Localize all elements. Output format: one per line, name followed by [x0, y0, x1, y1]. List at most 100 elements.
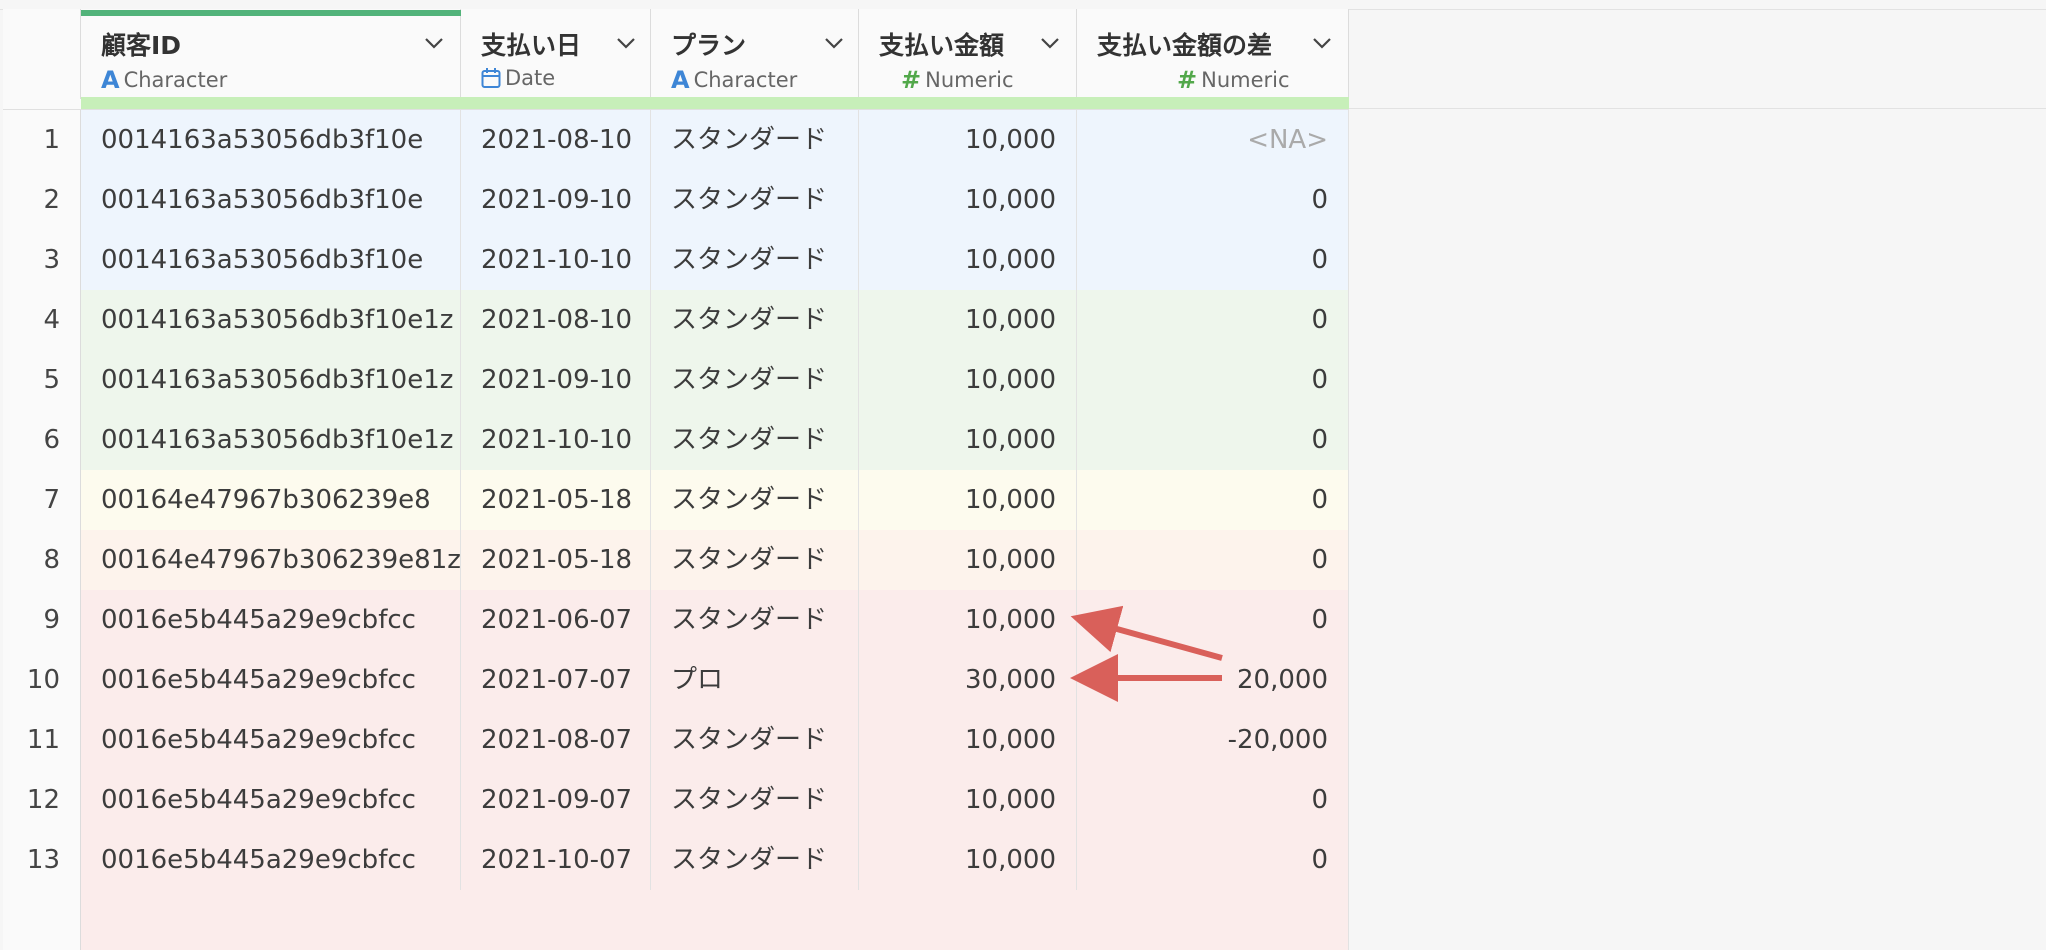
- cell-amount-diff[interactable]: 0: [1077, 830, 1349, 890]
- cell-plan[interactable]: スタンダード: [651, 230, 859, 290]
- cell-plan[interactable]: スタンダード: [651, 710, 859, 770]
- cell-amount[interactable]: 10,000: [859, 530, 1077, 590]
- cell-amount[interactable]: 10,000: [859, 470, 1077, 530]
- cell-partial: [81, 890, 1349, 950]
- row-number: 13: [3, 830, 81, 890]
- cell-plan[interactable]: プロ: [651, 650, 859, 710]
- cell-amount-diff[interactable]: 20,000: [1077, 650, 1349, 710]
- cell-payment-date[interactable]: 2021-09-10: [461, 170, 651, 230]
- cell-amount-diff[interactable]: 0: [1077, 530, 1349, 590]
- table-row: 3 0014163a53056db3f10e 2021-10-10 スタンダード 10,…: [3, 230, 1349, 290]
- table-row: 4 0014163a53056db3f10e1z 2021-08-10 スタンダード 1…: [3, 290, 1349, 350]
- cell-amount[interactable]: 10,000: [859, 710, 1077, 770]
- cell-payment-date[interactable]: 2021-10-10: [461, 410, 651, 470]
- cell-plan[interactable]: スタンダード: [651, 830, 859, 890]
- column-type: Date: [481, 66, 555, 90]
- column-type-label: Date: [505, 66, 556, 90]
- cell-plan[interactable]: スタンダード: [651, 110, 859, 170]
- cell-payment-date[interactable]: 2021-08-10: [461, 290, 651, 350]
- column-name: 支払い金額: [879, 31, 1005, 60]
- column-header-plan[interactable]: プラン A Character: [651, 9, 859, 99]
- cell-customer-id[interactable]: 0016e5b445a29e9cbfcc: [81, 650, 461, 710]
- cell-customer-id[interactable]: 0016e5b445a29e9cbfcc: [81, 770, 461, 830]
- cell-amount[interactable]: 10,000: [859, 290, 1077, 350]
- table-row: 11 0016e5b445a29e9cbfcc 2021-08-07 スタンダード 10…: [3, 710, 1349, 770]
- chevron-down-icon[interactable]: [823, 33, 845, 53]
- cell-customer-id[interactable]: 0016e5b445a29e9cbfcc: [81, 830, 461, 890]
- column-header-amount[interactable]: 支払い金額 # Numeric: [859, 9, 1077, 99]
- selected-column-indicator: [81, 10, 461, 16]
- cell-plan[interactable]: スタンダード: [651, 350, 859, 410]
- cell-customer-id[interactable]: 0014163a53056db3f10e1z: [81, 290, 461, 350]
- cell-plan[interactable]: スタンダード: [651, 290, 859, 350]
- cell-customer-id[interactable]: 0014163a53056db3f10e: [81, 110, 461, 170]
- cell-amount-diff[interactable]: 0: [1077, 230, 1349, 290]
- cell-payment-date[interactable]: 2021-05-18: [461, 470, 651, 530]
- cell-plan[interactable]: スタンダード: [651, 410, 859, 470]
- row-number: 10: [3, 650, 81, 710]
- cell-amount[interactable]: 10,000: [859, 770, 1077, 830]
- column-header-customer-id[interactable]: 顧客ID A Character: [81, 9, 461, 99]
- cell-customer-id[interactable]: 0016e5b445a29e9cbfcc: [81, 710, 461, 770]
- calendar-icon: [481, 68, 501, 88]
- row-number: 4: [3, 290, 81, 350]
- cell-customer-id[interactable]: 0016e5b445a29e9cbfcc: [81, 590, 461, 650]
- table-row: 2 0014163a53056db3f10e 2021-09-10 スタンダード 10,…: [3, 170, 1349, 230]
- chevron-down-icon[interactable]: [423, 33, 445, 53]
- chevron-down-icon[interactable]: [1039, 33, 1061, 53]
- cell-customer-id[interactable]: 0014163a53056db3f10e1z: [81, 350, 461, 410]
- cell-amount-diff[interactable]: 0: [1077, 590, 1349, 650]
- cell-payment-date[interactable]: 2021-07-07: [461, 650, 651, 710]
- cell-amount[interactable]: 10,000: [859, 110, 1077, 170]
- cell-amount-diff[interactable]: 0: [1077, 770, 1349, 830]
- cell-payment-date[interactable]: 2021-10-10: [461, 230, 651, 290]
- table-row: 13 0016e5b445a29e9cbfcc 2021-10-07 スタンダード 10…: [3, 830, 1349, 890]
- column-type-label: Numeric: [1201, 68, 1290, 92]
- cell-amount[interactable]: 10,000: [859, 170, 1077, 230]
- cell-amount-diff[interactable]: -20,000: [1077, 710, 1349, 770]
- chevron-down-icon[interactable]: [615, 33, 637, 53]
- table-row: 12 0016e5b445a29e9cbfcc 2021-09-07 スタンダード 10…: [3, 770, 1349, 830]
- cell-plan[interactable]: スタンダード: [651, 170, 859, 230]
- cell-customer-id[interactable]: 0014163a53056db3f10e1z: [81, 410, 461, 470]
- cell-amount-diff[interactable]: <NA>: [1077, 110, 1349, 170]
- cell-amount-diff[interactable]: 0: [1077, 410, 1349, 470]
- cell-payment-date[interactable]: 2021-05-18: [461, 530, 651, 590]
- cell-amount-diff[interactable]: 0: [1077, 470, 1349, 530]
- cell-amount-diff[interactable]: 0: [1077, 170, 1349, 230]
- cell-amount-diff[interactable]: 0: [1077, 350, 1349, 410]
- cell-plan[interactable]: スタンダード: [651, 770, 859, 830]
- row-number: 2: [3, 170, 81, 230]
- character-type-icon: A: [671, 66, 690, 94]
- cell-amount[interactable]: 10,000: [859, 830, 1077, 890]
- row-number: [3, 890, 81, 950]
- cell-plan[interactable]: スタンダード: [651, 530, 859, 590]
- rownum-header: [3, 9, 81, 99]
- cell-customer-id[interactable]: 0014163a53056db3f10e: [81, 170, 461, 230]
- cell-payment-date[interactable]: 2021-10-07: [461, 830, 651, 890]
- row-number: 3: [3, 230, 81, 290]
- column-header-amount-diff[interactable]: 支払い金額の差 # Numeric: [1077, 9, 1349, 99]
- cell-amount-diff[interactable]: 0: [1077, 290, 1349, 350]
- cell-payment-date[interactable]: 2021-09-07: [461, 770, 651, 830]
- cell-amount[interactable]: 30,000: [859, 650, 1077, 710]
- cell-plan[interactable]: スタンダード: [651, 470, 859, 530]
- cell-payment-date[interactable]: 2021-09-10: [461, 350, 651, 410]
- table-row: 5 0014163a53056db3f10e1z 2021-09-10 スタンダード 1…: [3, 350, 1349, 410]
- cell-payment-date[interactable]: 2021-06-07: [461, 590, 651, 650]
- cell-amount[interactable]: 10,000: [859, 590, 1077, 650]
- cell-amount[interactable]: 10,000: [859, 410, 1077, 470]
- row-number: 6: [3, 410, 81, 470]
- cell-customer-id[interactable]: 0014163a53056db3f10e: [81, 230, 461, 290]
- cell-customer-id[interactable]: 00164e47967b306239e81z: [81, 530, 461, 590]
- cell-plan[interactable]: スタンダード: [651, 590, 859, 650]
- cell-amount[interactable]: 10,000: [859, 230, 1077, 290]
- column-name: 支払い日: [481, 31, 582, 60]
- column-type: # Numeric: [901, 66, 1014, 94]
- column-header-payment-date[interactable]: 支払い日 Date: [461, 9, 651, 99]
- cell-payment-date[interactable]: 2021-08-07: [461, 710, 651, 770]
- cell-amount[interactable]: 10,000: [859, 350, 1077, 410]
- cell-payment-date[interactable]: 2021-08-10: [461, 110, 651, 170]
- chevron-down-icon[interactable]: [1311, 33, 1333, 53]
- cell-customer-id[interactable]: 00164e47967b306239e8: [81, 470, 461, 530]
